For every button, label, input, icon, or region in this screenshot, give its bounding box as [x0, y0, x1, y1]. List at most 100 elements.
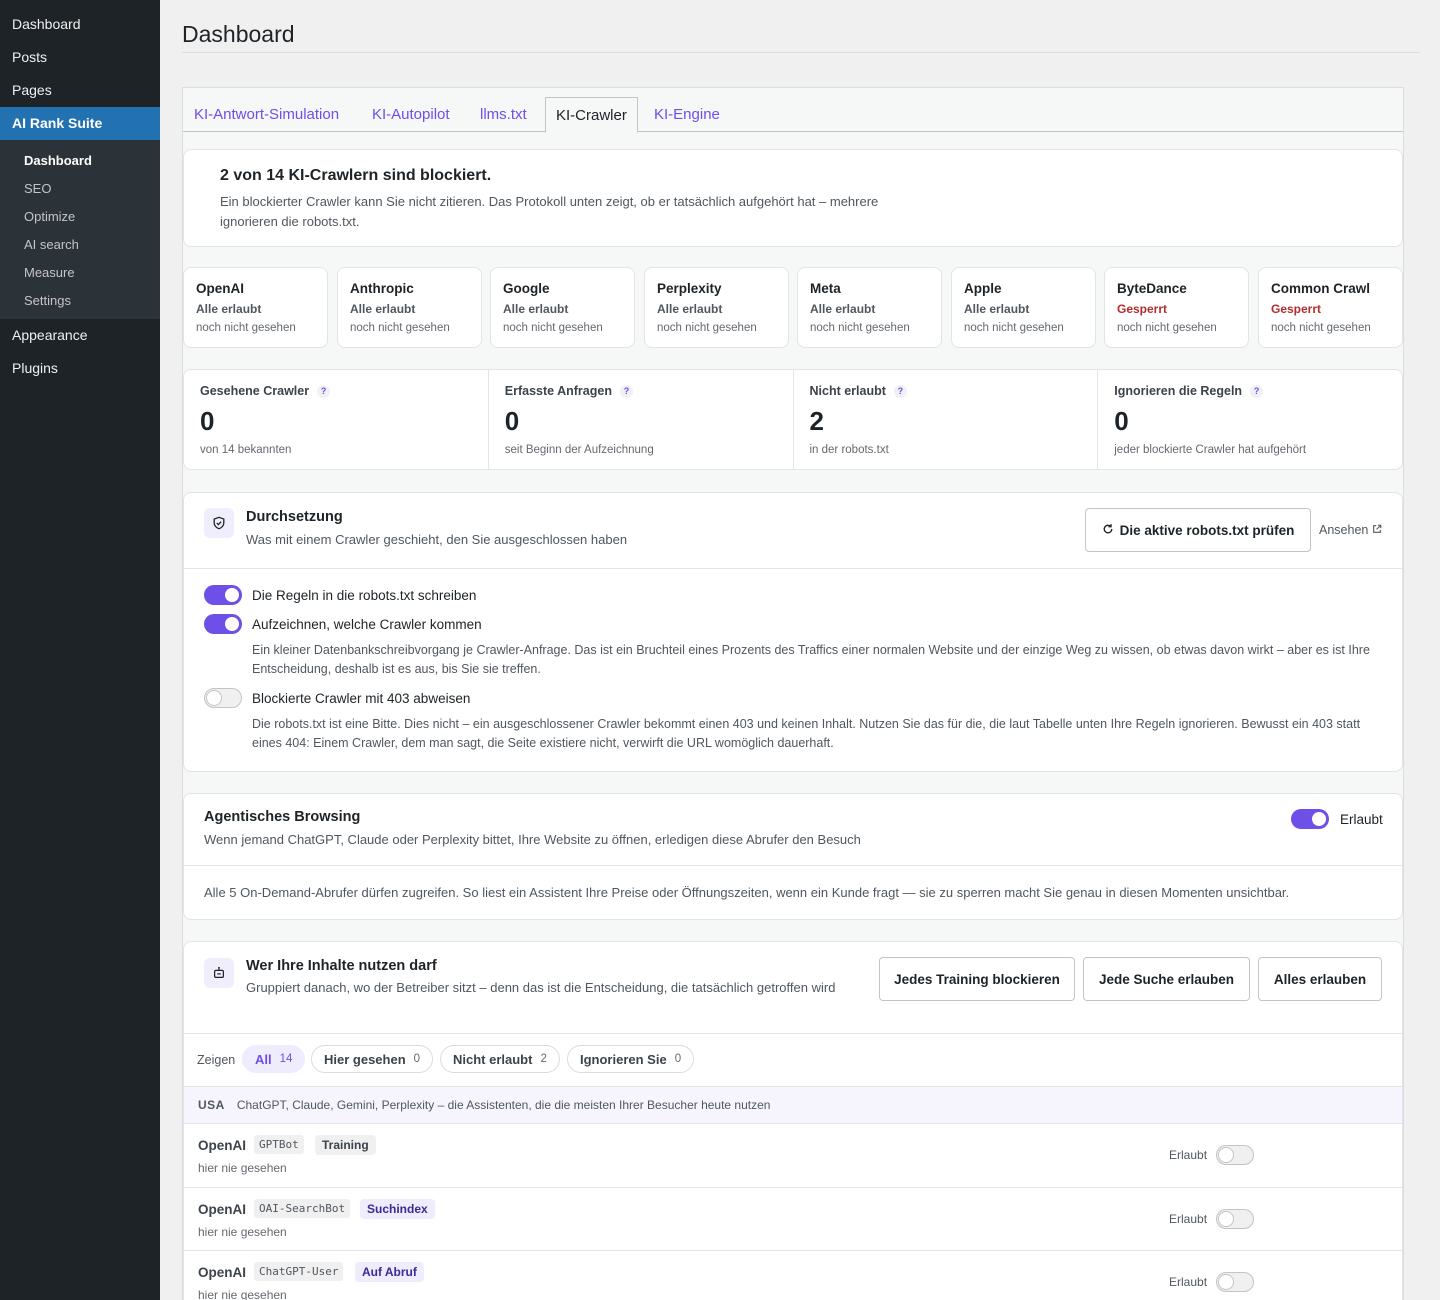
view-robots-link[interactable]: Ansehen [1319, 523, 1382, 537]
stat-sub: seit Beginn der Aufzeichnung [504, 444, 654, 456]
tab-ki-crawler[interactable]: KI-Crawler [545, 97, 638, 133]
submenu-item-measure[interactable]: Measure [0, 259, 160, 287]
summary-title: 2 von 14 KI-Crawlern sind blockiert. [220, 167, 492, 184]
external-link-icon [1372, 523, 1382, 537]
agentic-card: Agentisches Browsing Wenn jemand ChatGPT… [183, 793, 1403, 920]
vendor-seen: noch nicht gesehen [964, 322, 1064, 334]
filter-disallowed[interactable]: Nicht erlaubt 2 [440, 1045, 560, 1073]
vendor-status: Alle erlaubt [196, 302, 262, 316]
bot-user-agent: OAI-SearchBot [254, 1199, 351, 1218]
tab-llms-txt[interactable]: llms.txt [480, 97, 527, 132]
vendor-seen: noch nicht gesehen [1117, 322, 1217, 334]
check-robots-button[interactable]: Die aktive robots.txt prüfen [1085, 508, 1311, 552]
vendor-card-apple: Apple Alle erlaubt noch nicht gesehen [951, 267, 1096, 348]
toggle-reject-403[interactable] [204, 688, 242, 708]
toggle-log-crawlers[interactable] [204, 614, 242, 634]
stat-value: 0 [1114, 406, 1129, 436]
filter-label: Zeigen [197, 1053, 236, 1067]
stat-value: 0 [200, 406, 215, 436]
bot-allow-toggle[interactable] [1216, 1209, 1254, 1229]
stat-label: Erfasste Anfragen? [505, 384, 777, 398]
vendor-seen: noch nicht gesehen [503, 322, 603, 334]
bot-vendor: OpenAI [198, 1138, 247, 1153]
submenu-item-seo[interactable]: SEO [0, 175, 160, 203]
agentic-subtitle: Wenn jemand ChatGPT, Claude oder Perplex… [204, 832, 861, 847]
menu-item-dashboard[interactable]: Dashboard [0, 8, 160, 41]
bot-seen: hier nie gesehen [198, 1225, 287, 1239]
submenu-item-dashboard[interactable]: Dashboard [0, 147, 160, 175]
usage-card: Wer Ihre Inhalte nutzen darf Gruppiert d… [183, 941, 1403, 1300]
menu-item-posts[interactable]: Posts [0, 41, 160, 74]
bot-tag: Auf Abruf [355, 1262, 424, 1282]
shield-icon [204, 508, 234, 538]
tab-ki-engine[interactable]: KI-Engine [654, 97, 720, 132]
help-icon[interactable]: ? [1250, 384, 1264, 398]
stat-sub: jeder blockierte Crawler hat aufgehört [1114, 444, 1307, 456]
tab-ki-autopilot[interactable]: KI-Autopilot [372, 97, 450, 132]
bot-allow-toggle[interactable] [1216, 1272, 1254, 1292]
group-key: USA [198, 1098, 225, 1112]
view-robots-label: Ansehen [1319, 523, 1369, 537]
stat-label-text: Nicht erlaubt [809, 384, 886, 398]
bot-allow-toggle[interactable] [1216, 1145, 1254, 1165]
agentic-title: Agentisches Browsing [204, 809, 361, 825]
title-divider [182, 52, 1420, 53]
vendor-card-anthropic: Anthropic Alle erlaubt noch nicht gesehe… [337, 267, 482, 348]
filter-ignoring[interactable]: Ignorieren Sie 0 [567, 1045, 695, 1073]
sidebar-top-spacer [0, 0, 160, 8]
filter-seen-here-label: Hier gesehen [324, 1051, 406, 1067]
help-icon[interactable]: ? [893, 384, 907, 398]
submenu-ai-rank-suite: Dashboard SEO Optimize AI search Measure… [0, 140, 160, 319]
allow-everything-button[interactable]: Alles erlauben [1258, 957, 1382, 1001]
group-description: ChatGPT, Claude, Gemini, Perplexity – di… [236, 1098, 771, 1112]
bot-allow-label: Erlaubt [1169, 1212, 1208, 1226]
stat-label: Ignorieren die Regeln? [1114, 384, 1386, 398]
vendor-card-openai: OpenAI Alle erlaubt noch nicht gesehen [183, 267, 328, 348]
stat-ignoring-rules: Ignorieren die Regeln? 0 jeder blockiert… [1098, 370, 1402, 469]
enforcement-card: Durchsetzung Was mit einem Crawler gesch… [183, 492, 1403, 772]
vendor-status: Alle erlaubt [503, 302, 569, 316]
tab-ki-antwort-simulation[interactable]: KI-Antwort-Simulation [194, 97, 339, 132]
enforcement-title: Durchsetzung [246, 509, 343, 525]
filter-all[interactable]: All 14 [242, 1045, 306, 1073]
filter-seen-here[interactable]: Hier gesehen 0 [311, 1045, 434, 1073]
usage-subtitle: Gruppiert danach, wo der Betreiber sitzt… [246, 980, 836, 995]
vendor-status: Alle erlaubt [810, 302, 876, 316]
menu-item-appearance[interactable]: Appearance [0, 319, 160, 352]
enforcement-divider [184, 568, 1402, 569]
summary-text: Ein blockierter Crawler kann Sie nicht z… [220, 194, 879, 229]
menu-item-plugins[interactable]: Plugins [0, 352, 160, 385]
bot-row: OpenAI GPTBot Training hier nie gesehen … [184, 1124, 1402, 1188]
agentic-divider [184, 865, 1402, 866]
menu-item-pages[interactable]: Pages [0, 74, 160, 107]
submenu-item-ai-search[interactable]: AI search [0, 231, 160, 259]
page-title: Dashboard [182, 21, 295, 47]
submenu-item-optimize[interactable]: Optimize [0, 203, 160, 231]
help-icon[interactable]: ? [317, 384, 331, 398]
help-icon[interactable]: ? [619, 384, 633, 398]
vendor-seen: noch nicht gesehen [810, 322, 910, 334]
allow-all-search-button[interactable]: Jede Suche erlauben [1083, 957, 1250, 1001]
block-all-training-button[interactable]: Jedes Training blockieren [879, 957, 1075, 1001]
toggle-agentic-browsing[interactable] [1291, 809, 1329, 829]
bot-allow-label: Erlaubt [1169, 1275, 1208, 1289]
filter-disallowed-label: Nicht erlaubt [453, 1051, 533, 1067]
bot-seen: hier nie gesehen [198, 1288, 287, 1300]
toggle-write-robots[interactable] [204, 585, 242, 605]
agentic-toggle-label: Erlaubt [1340, 812, 1383, 827]
submenu-item-settings[interactable]: Settings [0, 287, 160, 315]
vendor-card-meta: Meta Alle erlaubt noch nicht gesehen [797, 267, 942, 348]
menu-item-ai-rank-suite[interactable]: AI Rank Suite [0, 107, 160, 140]
stat-label-text: Erfasste Anfragen [504, 384, 612, 398]
bot-seen: hier nie gesehen [198, 1161, 287, 1175]
bot-user-agent: ChatGPT-User [254, 1262, 344, 1281]
summary-card: 2 von 14 KI-Crawlern sind blockiert. Ein… [183, 149, 1403, 247]
filter-ignoring-label: Ignorieren Sie [580, 1051, 667, 1067]
vendor-status: Gesperrt [1271, 302, 1322, 316]
vendor-card-common-crawl: Common Crawl Gesperrt noch nicht gesehen [1258, 267, 1403, 348]
vendor-name: Common Crawl [1271, 281, 1371, 296]
stat-label-text: Gesehene Crawler [200, 384, 310, 398]
plugin-panel: KI-Antwort-Simulation KI-Autopilot llms.… [182, 87, 1404, 1300]
stat-seen-crawlers: Gesehene Crawler? 0 von 14 bekannten [184, 370, 489, 469]
option-write-robots-label: Die Regeln in die robots.txt schreiben [252, 588, 477, 603]
